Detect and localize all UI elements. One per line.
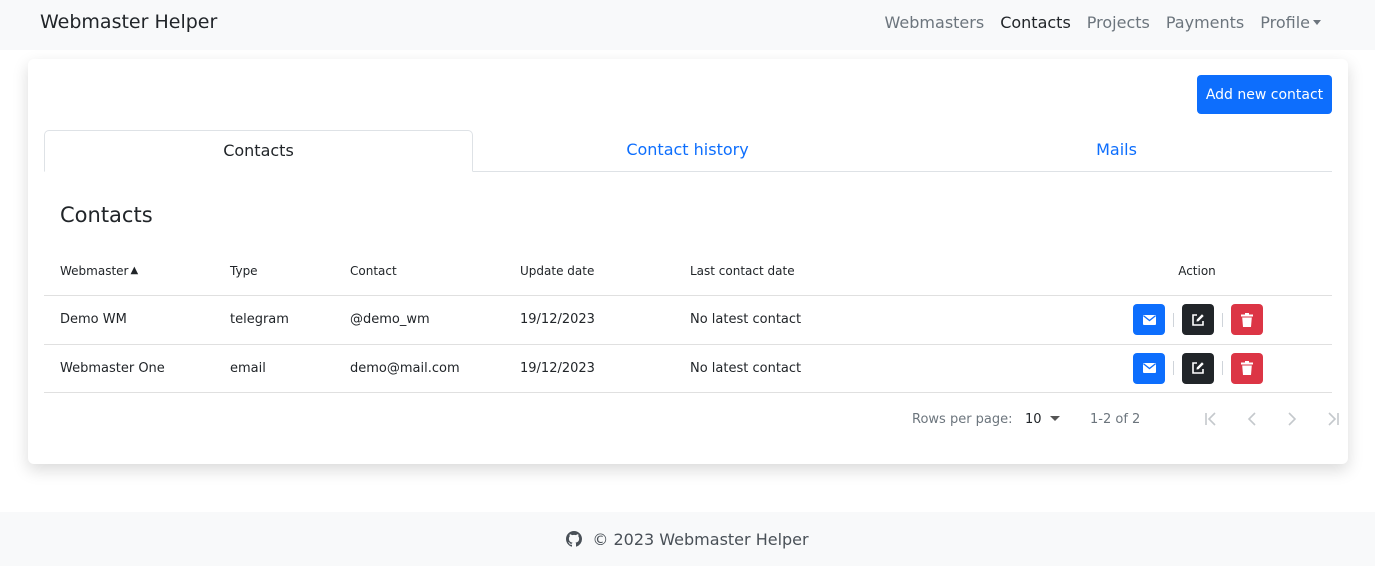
table-header-row: Webmaster ▲ Type Contact Update date Last… — [44, 246, 1332, 296]
nav-link-payments[interactable]: Payments — [1158, 12, 1252, 34]
trash-icon — [1241, 361, 1253, 376]
pagination: Rows per page: 10 1-2 of 2 — [44, 394, 1339, 444]
rows-per-page-select[interactable]: 10 — [1025, 412, 1060, 427]
table-row: Webmaster One email demo@mail.com 19/12/… — [44, 345, 1332, 393]
first-page-icon — [1205, 412, 1216, 426]
send-mail-button[interactable] — [1133, 304, 1165, 336]
column-header-last-contact-date[interactable]: Last contact date — [690, 246, 795, 295]
add-new-contact-button[interactable]: Add new contact — [1197, 75, 1332, 114]
tab-contacts[interactable]: Contacts — [44, 130, 473, 172]
profile-label: Profile — [1260, 13, 1310, 32]
cell-type: email — [230, 360, 266, 376]
github-icon[interactable] — [566, 531, 583, 547]
footer: © 2023 Webmaster Helper — [0, 512, 1375, 566]
section-title: Contacts — [60, 203, 153, 227]
separator — [1222, 312, 1223, 327]
edit-contact-button[interactable] — [1182, 304, 1214, 336]
cell-update-date: 19/12/2023 — [520, 360, 595, 376]
edit-icon — [1192, 362, 1204, 375]
cell-last-contact: No latest contact — [690, 360, 802, 376]
rows-per-page-value: 10 — [1025, 412, 1042, 427]
edit-icon — [1192, 313, 1204, 326]
contacts-table: Webmaster ▲ Type Contact Update date Last… — [44, 246, 1332, 393]
tab-bar: Contacts Contact history Mails — [44, 130, 1332, 172]
row-actions — [1133, 345, 1263, 393]
last-page-button[interactable] — [1320, 407, 1344, 431]
separator — [1173, 312, 1174, 327]
tab-contact-history[interactable]: Contact history — [473, 130, 902, 171]
cell-type: telegram — [230, 312, 289, 328]
edit-contact-button[interactable] — [1182, 352, 1214, 384]
nav-link-profile-dropdown[interactable]: Profile — [1252, 12, 1329, 34]
column-header-type[interactable]: Type — [230, 246, 258, 295]
nav-link-webmasters[interactable]: Webmasters — [877, 12, 993, 34]
delete-contact-button[interactable] — [1231, 352, 1263, 384]
previous-page-button[interactable] — [1240, 407, 1264, 431]
envelope-icon — [1142, 314, 1156, 325]
dropdown-arrow-icon — [1049, 416, 1060, 421]
sort-ascending-icon: ▲ — [130, 265, 139, 276]
cell-last-contact: No latest contact — [690, 312, 802, 328]
nav-link-contacts[interactable]: Contacts — [992, 12, 1079, 34]
chevron-left-icon — [1247, 412, 1256, 426]
row-actions — [1133, 296, 1263, 344]
table-row: Demo WM telegram @demo_wm 19/12/2023 No … — [44, 296, 1332, 345]
chevron-right-icon — [1288, 412, 1297, 426]
page-range: 1-2 of 2 — [1090, 412, 1141, 427]
envelope-icon — [1142, 363, 1156, 374]
separator — [1222, 361, 1223, 376]
nav-links: Webmasters Contacts Projects Payments Pr… — [877, 12, 1329, 34]
nav-link-projects[interactable]: Projects — [1079, 12, 1158, 34]
cell-update-date: 19/12/2023 — [520, 312, 595, 328]
cell-contact: @demo_wm — [350, 312, 430, 328]
navbar: Webmaster Helper Webmasters Contacts Pro… — [0, 0, 1375, 50]
send-mail-button[interactable] — [1133, 352, 1165, 384]
cell-contact: demo@mail.com — [350, 360, 460, 376]
column-header-action: Action — [1178, 263, 1216, 278]
trash-icon — [1241, 312, 1253, 327]
brand-logo-text[interactable]: Webmaster Helper — [40, 11, 217, 33]
rows-per-page-label: Rows per page: — [912, 412, 1013, 427]
tab-mails[interactable]: Mails — [902, 130, 1331, 171]
column-header-webmaster[interactable]: Webmaster ▲ — [60, 246, 138, 295]
column-header-update-date[interactable]: Update date — [520, 246, 594, 295]
footer-copyright: © 2023 Webmaster Helper — [592, 529, 809, 549]
column-header-contact[interactable]: Contact — [350, 246, 397, 295]
contacts-card: Add new contact Contacts Contact history… — [28, 59, 1348, 464]
caret-down-icon — [1313, 20, 1321, 25]
cell-webmaster: Webmaster One — [60, 360, 165, 376]
first-page-button[interactable] — [1200, 407, 1224, 431]
next-page-button[interactable] — [1280, 407, 1304, 431]
cell-webmaster: Demo WM — [60, 312, 127, 328]
delete-contact-button[interactable] — [1231, 304, 1263, 336]
column-header-webmaster-label: Webmaster — [60, 263, 129, 278]
separator — [1173, 361, 1174, 376]
last-page-icon — [1328, 412, 1339, 426]
